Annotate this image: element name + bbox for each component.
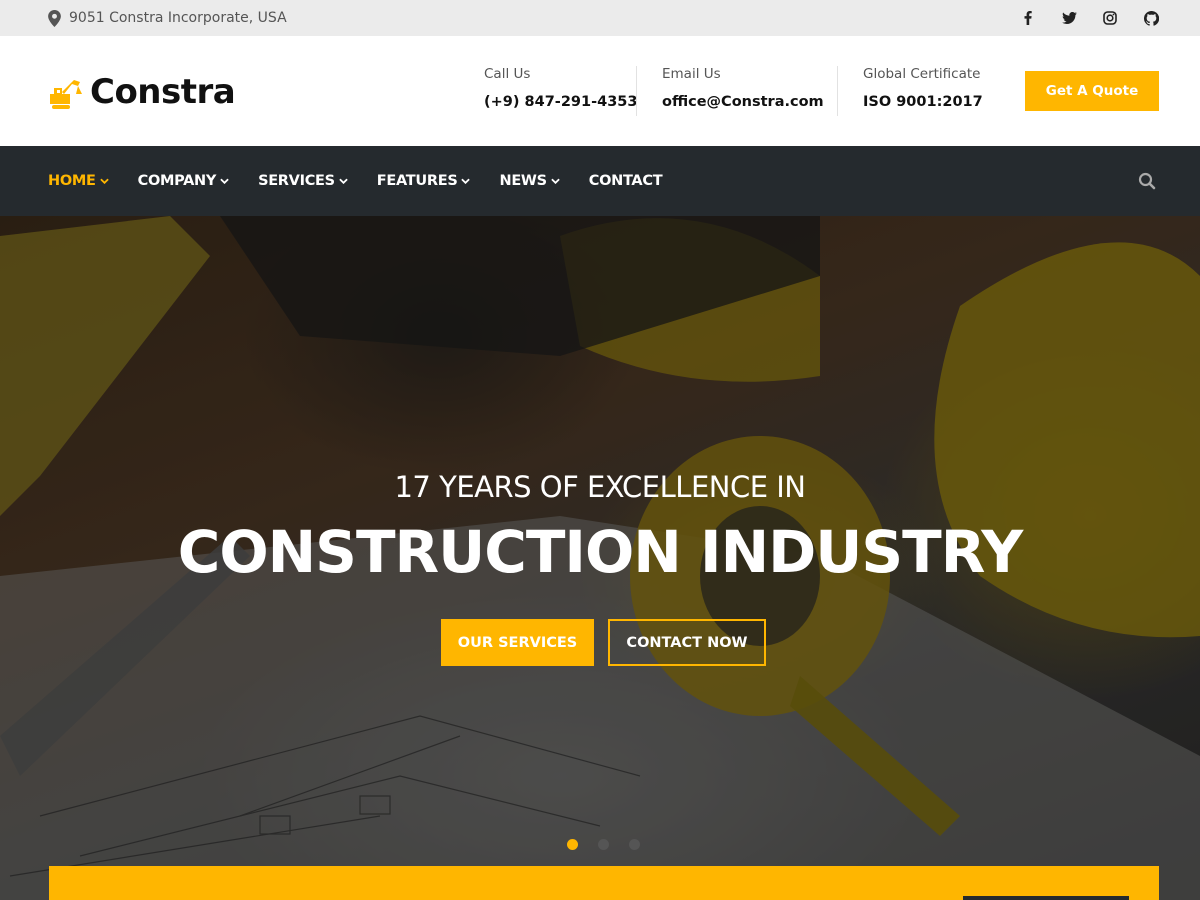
chevron-down-icon [220,178,229,184]
facebook-icon[interactable] [1019,9,1037,27]
slider-dot-active[interactable] [567,839,578,850]
twitter-icon[interactable] [1060,9,1078,27]
map-marker-icon [48,9,61,27]
chevron-down-icon [99,178,109,184]
chevron-down-icon [339,178,348,184]
contact-now-button[interactable]: CONTACT NOW [608,619,766,666]
chevron-down-icon [461,178,471,184]
nav-item-services[interactable]: SERVICES [258,173,348,189]
nav-item-label: HOME [48,173,96,189]
github-icon[interactable] [1142,9,1160,27]
nav-item-label: NEWS [499,173,547,189]
nav-item-features[interactable]: FEATURES [377,173,471,189]
hero-title: CONSTRUCTION INDUSTRY [177,518,1023,586]
site-header: Constra Call Us (+9) 847-291-4353 Email … [0,36,1200,146]
nav-item-label: COMPANY [137,173,217,189]
call-to-action-bar [49,866,1159,900]
slider-dot[interactable] [629,839,640,850]
nav-item-news[interactable]: NEWS [499,173,560,189]
topbar-location: 9051 Constra Incorporate, USA [48,0,287,36]
hero-subtitle: 17 YEARS OF EXCELLENCE IN [394,470,806,504]
call-us-block: Call Us (+9) 847-291-4353 [484,66,637,118]
nav-item-label: SERVICES [258,173,335,189]
nav-menu: HOME COMPANY SERVICES FEATURES NEWS CONT… [48,146,663,216]
topbar: 9051 Constra Incorporate, USA [0,0,1200,36]
logo[interactable]: Constra [48,72,236,112]
nav-item-company[interactable]: COMPANY [138,173,229,189]
divider [636,66,637,116]
chevron-down-icon [551,178,560,184]
search-icon[interactable] [1138,172,1156,190]
location-text: 9051 Constra Incorporate, USA [69,10,287,26]
our-services-button[interactable]: OUR SERVICES [441,619,594,666]
excavator-icon [50,80,82,109]
certificate-block: Global Certificate ISO 9001:2017 [863,66,983,118]
certificate-value: ISO 9001:2017 [863,94,983,110]
nav-item-label: FEATURES [376,173,458,189]
nav-item-home[interactable]: HOME [48,173,109,189]
main-nav: HOME COMPANY SERVICES FEATURES NEWS CONT… [0,146,1200,216]
nav-item-contact[interactable]: CONTACT [589,173,663,189]
nav-item-label: CONTACT [588,173,663,189]
certificate-label: Global Certificate [863,66,981,82]
call-to-action-button-edge[interactable] [963,896,1129,900]
email-us-label: Email Us [662,66,721,82]
slider-dot[interactable] [598,839,609,850]
call-us-label: Call Us [484,66,531,82]
instagram-icon[interactable] [1101,9,1119,27]
divider [837,66,838,116]
email-us-block: Email Us office@Constra.com [662,66,824,118]
get-a-quote-button[interactable]: Get A Quote [1025,71,1159,111]
call-us-number[interactable]: (+9) 847-291-4353 [484,94,637,110]
brand-name: Constra [90,72,236,112]
email-us-address[interactable]: office@Constra.com [662,94,824,110]
social-links [1019,0,1160,36]
slider-dots [567,839,640,850]
hero-slider: 17 YEARS OF EXCELLENCE IN CONSTRUCTION I… [0,216,1200,900]
